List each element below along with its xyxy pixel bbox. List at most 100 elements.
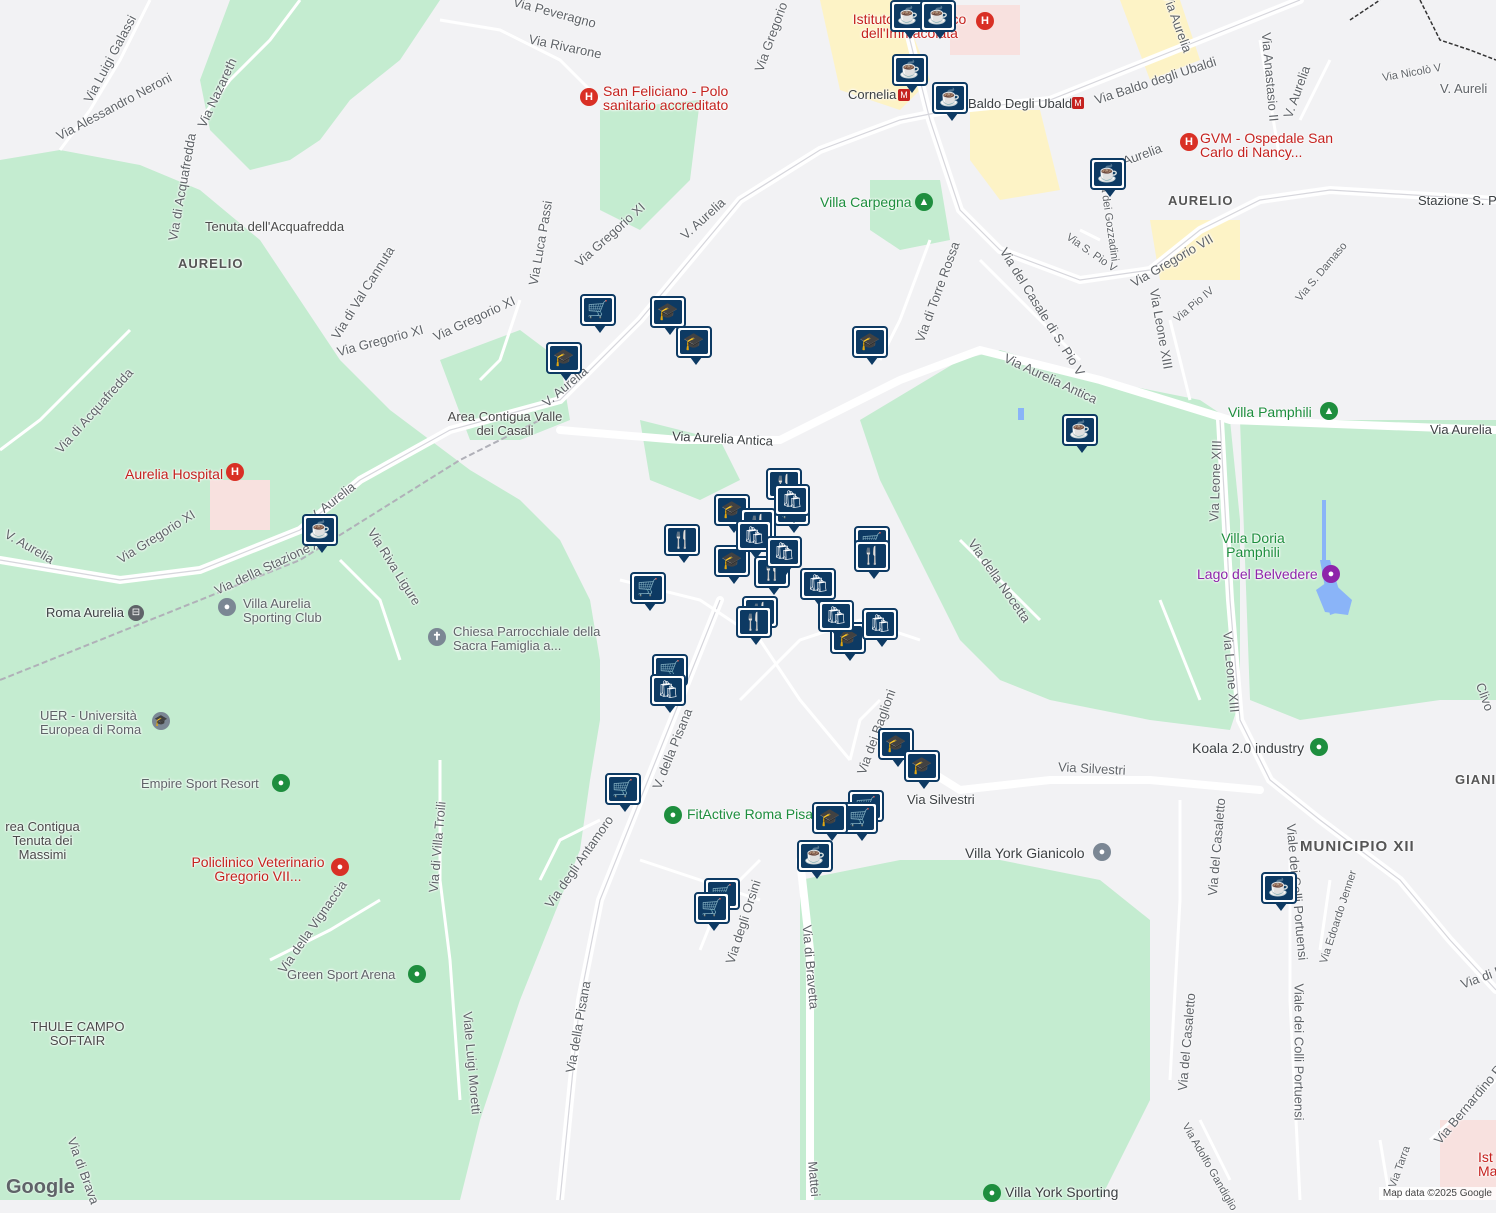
shop-pin[interactable]: 🛍 [818,600,854,639]
poi-gvm-label: GVM - Ospedale San Carlo di Nancy... [1200,130,1334,160]
shop-pin[interactable]: 🛍 [766,536,802,575]
shopping-bag-icon: 🛍 [770,540,798,564]
shopping-bag-icon: 🛍 [866,612,894,636]
poi-uer-label: UER - Università Europea di Roma [40,708,142,737]
restaurant-pin[interactable]: 🍴 [664,524,700,563]
fork-knife-icon: 🍴 [858,544,886,568]
coffee-icon: ☕ [924,4,952,28]
poi-ist-ma-label: Ist Ma [1478,1149,1496,1179]
poi-villa-doria-pamphili-label: Villa Doria Pamphili [1221,530,1285,560]
district-aurelio-right: AURELIO [1168,193,1234,208]
poi-villa-pamphili-label: Villa Pamphili [1228,404,1312,420]
fork-knife-icon: 🍴 [740,610,768,634]
poi-san-feliciano-label: San Feliciano - Polo sanitario accredita… [603,83,729,113]
hospital-icon-aurelia[interactable]: H [226,463,244,481]
shopping-cart-icon: 🛒 [634,576,662,600]
shop-pin[interactable]: 🛍 [650,674,686,713]
graduation-cap-icon: 🎓 [856,330,884,354]
shopping-bag-icon: 🛍 [654,678,682,702]
shop-pin[interactable]: 🛍 [774,484,810,523]
metro-baldo-label: Baldo Degli Ubaldi [968,96,1075,111]
hospital-icon-gvm[interactable]: H [1180,133,1198,151]
coffee-icon: ☕ [306,518,334,542]
empire-sport-icon[interactable]: ● [272,774,290,792]
cafe-pin[interactable]: ☕ [1062,414,1098,453]
shop-pin[interactable]: 🛍 [862,608,898,647]
metro-icon-baldo[interactable]: M [1072,97,1084,109]
school-pin[interactable]: 🎓 [852,326,888,365]
park-thule: THULE CAMPO SOFTAIR [30,1019,125,1048]
google-logo[interactable]: Google [6,1176,75,1199]
map-attribution[interactable]: Map data ©2025 Google [1378,1187,1496,1200]
street-via-silvestri: Via Silvestri [907,792,975,807]
fitactive-icon[interactable]: ● [664,806,682,824]
park-tenuta-acquafredda: Tenuta dell'Acquafredda [205,219,345,234]
graduation-cap-icon: 🎓 [680,330,708,354]
poi-empire-label: Empire Sport Resort [141,776,259,791]
restaurant-pin[interactable]: 🍴 [854,540,890,579]
coffee-icon: ☕ [894,4,922,28]
supermarket-pin[interactable]: 🛒 [630,572,666,611]
cafe-pin[interactable]: ☕ [1090,158,1126,197]
shopping-bag-icon: 🛍 [822,604,850,628]
university-icon[interactable]: 🎓 [152,712,170,730]
coffee-icon: ☕ [1265,876,1293,900]
restaurant-pin[interactable]: 🍴 [736,606,772,645]
poi-villa-aurelia-label: Villa Aurelia Sporting Club [243,596,322,625]
cafe-pin[interactable]: ☕ [797,840,833,879]
street-v-aureli: V. Aureli [1440,81,1488,96]
park-area-contigua-tenuta: rea Contigua Tenuta dei Massimi [5,819,80,862]
poi-lago-del-belvedere-label: Lago del Belvedere [1197,566,1318,582]
cafe-pin[interactable]: ☕ [302,514,338,553]
villa-aurelia-icon[interactable]: ● [218,598,236,616]
veterinary-icon[interactable]: ● [331,858,349,876]
poi-villa-carpegna-label: Villa Carpegna [820,194,912,210]
district-municipio-xii: MUNICIPIO XII [1300,838,1415,855]
graduation-cap-icon: 🎓 [908,754,936,778]
street-via-leone-xiii: Via Leone XIII [1206,440,1225,522]
coffee-icon: ☕ [896,58,924,82]
shopping-bag-icon: 🛍 [778,488,806,512]
koala-icon[interactable]: ● [1310,738,1328,756]
graduation-cap-icon: 🎓 [718,549,746,573]
cafe-pin[interactable]: ☕ [920,0,956,39]
coffee-icon: ☕ [1066,418,1094,442]
supermarket-pin[interactable]: 🛒 [694,892,730,931]
train-station-icon[interactable]: ⊟ [128,605,144,621]
graduation-cap-icon: 🎓 [550,346,578,370]
coffee-icon: ☕ [936,86,964,110]
school-pin[interactable]: 🎓 [546,342,582,381]
cafe-pin[interactable]: ☕ [932,82,968,121]
church-icon[interactable]: ✝ [428,628,446,646]
street-via-aurelia-right: Via Aurelia [1430,422,1492,437]
school-pin[interactable]: 🎓 [650,296,686,335]
green-sport-arena-icon[interactable]: ● [408,965,426,983]
hospital-icon-istituto[interactable]: H [976,12,994,30]
school-pin[interactable]: 🎓 [904,750,940,789]
poi-green-sport-arena-label: Green Sport Arena [287,967,396,982]
poi-villa-york-sporting-label: Villa York Sporting [1005,1184,1119,1200]
shopping-bag-icon: 🛍 [804,572,832,596]
street-mattei: Mattei [805,1160,824,1198]
supermarket-pin[interactable]: 🛒 [605,773,641,812]
villa-pamphili-tree-icon[interactable]: ▲ [1320,402,1338,420]
school-pin[interactable]: 🎓 [676,326,712,365]
poi-chiesa-label: Chiesa Parrocchiale della Sacra Famiglia… [453,624,601,653]
lake-icon[interactable]: ● [1322,565,1340,583]
supermarket-pin[interactable]: 🛒 [580,294,616,333]
poi-aurelia-hospital-label: Aurelia Hospital [125,466,224,482]
metro-cornelia-label: Cornelia [848,87,897,102]
station-s-pietro-label: Stazione S. P [1418,193,1496,208]
villa-york-icon[interactable]: ● [1093,843,1111,861]
shop-pin[interactable]: 🛍 [800,568,836,607]
school-pin[interactable]: 🎓 [812,802,848,841]
poi-policlinico-label: Policlinico Veterinario Gregorio VII... [191,854,325,884]
station-roma-aurelia-label: Roma Aurelia [46,605,125,620]
tree-icon[interactable]: ▲ [915,193,933,211]
cafe-pin[interactable]: ☕ [892,54,928,93]
villa-york-sporting-icon[interactable]: ● [983,1184,1001,1202]
coffee-icon: ☕ [801,844,829,868]
graduation-cap-icon: 🎓 [816,806,844,830]
cafe-pin[interactable]: ☕ [1261,872,1297,911]
hospital-icon-san-feliciano[interactable]: H [580,88,598,106]
